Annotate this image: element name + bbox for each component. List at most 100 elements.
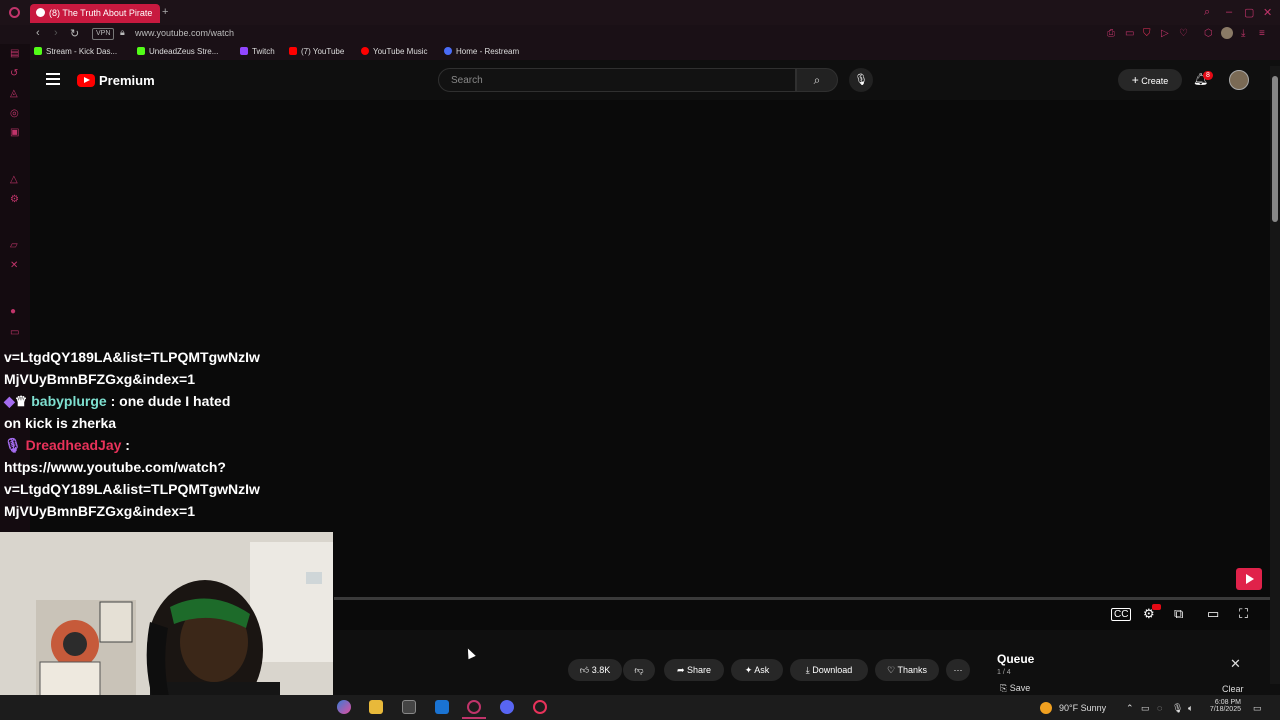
chat-message: 🎙︎ DreadheadJay : <box>4 434 334 456</box>
hamburger-menu-icon[interactable] <box>46 73 60 88</box>
new-tab-button[interactable]: + <box>162 6 168 18</box>
theater-mode-icon[interactable]: ▭ <box>1207 606 1219 622</box>
file-explorer-icon[interactable] <box>369 700 383 714</box>
kick-icon <box>137 47 145 55</box>
like-button[interactable]: 👍︎ 3.8K <box>568 659 622 681</box>
snapshot-icon[interactable]: ⎙ <box>1107 28 1115 39</box>
sidebar-video-icon[interactable]: ▣ <box>10 127 19 138</box>
search-tabs-icon[interactable]: ⌕ <box>1204 6 1210 19</box>
thanks-button[interactable]: ♡ Thanks <box>875 659 939 681</box>
active-app-indicator <box>462 717 486 719</box>
tray-wifi-icon[interactable]: ◌ <box>1157 703 1162 713</box>
extensions-icon[interactable]: ⬡ <box>1204 28 1213 39</box>
like-count: 3.8K <box>591 665 611 675</box>
sidebar-twitch-icon[interactable]: ▱ <box>10 240 18 251</box>
twitch-icon <box>240 47 248 55</box>
weather-sun-icon[interactable] <box>1040 702 1052 714</box>
bookmark-youtube-music[interactable]: YouTube Music <box>361 47 428 56</box>
download-button[interactable]: ⤓ Download <box>790 659 868 681</box>
address-bar[interactable]: www.youtube.com/watch <box>135 28 234 38</box>
save-label: Save <box>1009 683 1031 693</box>
sidebar-x-icon[interactable]: ✕ <box>10 260 18 271</box>
play-icon[interactable]: ▷ <box>1161 28 1169 39</box>
tray-network-icon[interactable]: ▭ <box>1141 703 1150 714</box>
bookmark-kick-stream[interactable]: Stream - Kick Das... <box>34 47 117 56</box>
weather-text[interactable]: 90°F Sunny <box>1059 703 1106 713</box>
forward-icon[interactable]: › <box>54 27 58 39</box>
queue-title: Queue <box>997 652 1035 666</box>
tray-chevron-icon[interactable]: ⌃ <box>1126 703 1134 714</box>
brand-label[interactable]: Premium <box>99 73 155 88</box>
tab-title: (8) The Truth About Pirate <box>49 8 153 18</box>
subscribe-watermark[interactable] <box>1236 568 1262 590</box>
discord-icon[interactable] <box>500 700 514 714</box>
sidebar-record-icon[interactable]: ● <box>10 306 16 317</box>
mic-badge-icon: 🎙︎ <box>4 437 26 453</box>
download-icon[interactable]: ⤓ <box>1241 28 1245 39</box>
bookmark-undeadzeus[interactable]: UndeadZeus Stre... <box>137 47 218 56</box>
copilot-icon[interactable] <box>337 700 351 714</box>
fullscreen-icon[interactable]: ⛶ <box>1239 606 1248 622</box>
bookmark-icon: ⎘ <box>1000 683 1008 693</box>
share-icon: ➦ <box>676 665 685 675</box>
back-icon[interactable]: ‹ <box>36 27 40 39</box>
thumbs-up-icon: 👍︎ <box>579 665 590 675</box>
scrollbar-thumb[interactable] <box>1272 76 1278 222</box>
opera-gx-icon[interactable] <box>533 700 547 714</box>
share-button[interactable]: ➦ Share <box>664 659 724 681</box>
dislike-button[interactable]: 👎︎ <box>623 659 655 681</box>
notification-center-icon[interactable]: ▭ <box>1253 703 1262 714</box>
crown-icon: ♛ <box>14 393 32 409</box>
account-avatar[interactable] <box>1229 70 1249 90</box>
reload-icon[interactable]: ↻ <box>70 27 79 40</box>
vpn-badge[interactable]: VPN <box>92 28 115 40</box>
heart-icon[interactable]: ♡ <box>1179 28 1188 39</box>
share-label: Share <box>687 665 712 675</box>
menu-icon[interactable]: ≡ <box>1259 28 1265 39</box>
opera-logo-icon[interactable] <box>9 7 20 18</box>
tab-active[interactable]: (8) The Truth About Pirate <box>30 4 160 23</box>
save-queue-button[interactable]: ⎘ Save <box>1000 683 1030 694</box>
search-button[interactable]: ⌕ <box>796 68 838 92</box>
minimize-button[interactable]: – <box>1226 6 1232 18</box>
profile-avatar[interactable] <box>1221 27 1233 39</box>
adblock-icon[interactable]: ⛉ <box>1143 28 1151 39</box>
video-progress-bar[interactable] <box>334 597 1270 600</box>
clear-queue-button[interactable]: Clear <box>1222 684 1244 694</box>
youtube-logo-icon[interactable] <box>77 74 95 87</box>
opera-taskbar-icon[interactable] <box>467 700 481 714</box>
miniplayer-icon[interactable]: ⧉ <box>1174 606 1183 622</box>
plus-icon: + <box>1131 73 1139 87</box>
pip-icon[interactable]: ▭ <box>1125 28 1134 39</box>
sidebar-history-icon[interactable]: ↺ <box>10 68 18 79</box>
search-input[interactable] <box>449 74 783 87</box>
bookmark-twitch[interactable]: Twitch <box>240 47 275 56</box>
captions-icon[interactable]: CC <box>1111 608 1132 621</box>
close-queue-icon[interactable]: ✕ <box>1230 656 1241 672</box>
sidebar-wallet-icon[interactable]: ◬ <box>10 88 18 99</box>
download-label: Download <box>812 665 853 675</box>
store-icon[interactable] <box>402 700 416 714</box>
mic-icon: 🎙︎ <box>854 74 868 86</box>
tray-volume-icon[interactable]: 🔈︎ <box>1188 703 1193 714</box>
ask-button[interactable]: ✦ Ask <box>731 659 783 681</box>
taskbar-clock[interactable]: 6:08 PM 7/18/2025 <box>1205 699 1241 713</box>
maximize-button[interactable]: ▢ <box>1244 6 1254 19</box>
sidebar-box-icon[interactable]: ▭ <box>10 327 19 338</box>
create-button[interactable]: + Create <box>1118 69 1182 91</box>
sidebar-settings-icon[interactable]: ⚙ <box>10 194 19 205</box>
more-actions-button[interactable]: ··· <box>946 659 970 681</box>
queue-position: 1 / 4 <box>997 669 1011 676</box>
chat-line: https://www.youtube.com/watch? <box>4 459 226 475</box>
bookmark-youtube[interactable]: (7) YouTube <box>289 47 344 56</box>
sidebar-messenger-icon[interactable]: ◎ <box>10 108 19 119</box>
sidebar-shapes-icon[interactable]: △ <box>10 174 18 185</box>
sidebar-aria-icon[interactable]: ▤ <box>10 48 19 59</box>
lock-icon[interactable]: 🔒︎ <box>120 27 125 38</box>
bookmark-restream[interactable]: Home - Restream <box>444 47 519 56</box>
voice-search-button[interactable]: 🎙︎ <box>849 68 873 92</box>
search-box[interactable] <box>438 68 796 92</box>
close-window-button[interactable]: ✕ <box>1263 6 1272 19</box>
outlook-icon[interactable] <box>435 700 449 714</box>
tray-mic-icon[interactable]: 🎙︎ <box>1172 703 1183 714</box>
